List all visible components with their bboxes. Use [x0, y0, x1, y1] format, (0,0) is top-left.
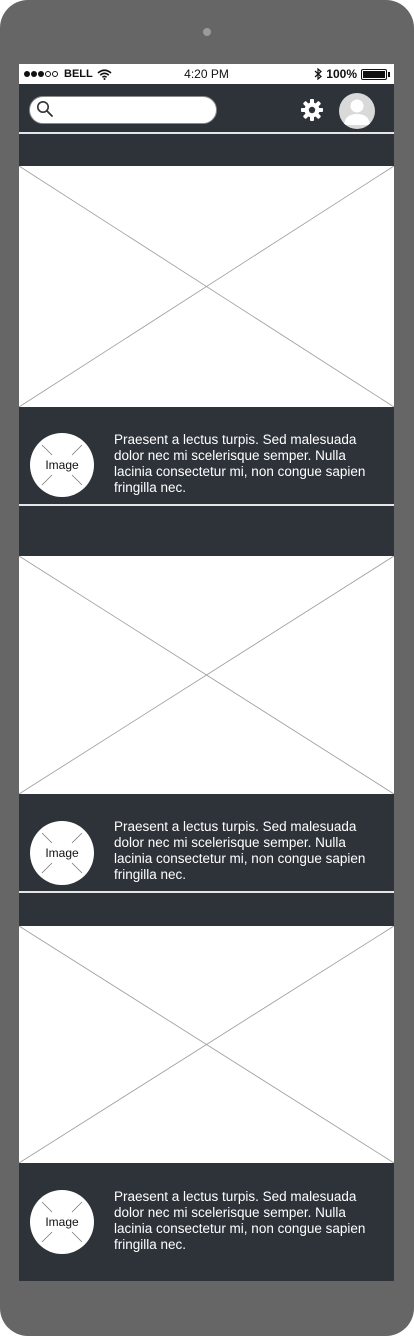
thumbnail-placeholder: Image: [30, 1190, 94, 1254]
phone-frame: BELL 4:20 PM 100% Image Praesent a lectu…: [0, 0, 414, 1336]
search-input[interactable]: [58, 100, 212, 120]
card-text: Praesent a lectus turpis. Sed malesuada …: [114, 1189, 366, 1252]
thumbnail-placeholder: Image: [30, 433, 94, 497]
card-text: Praesent a lectus turpis. Sed malesuada …: [114, 432, 366, 495]
image-placeholder: [19, 926, 394, 1163]
camera-dot: [203, 28, 211, 36]
search-bar[interactable]: [29, 96, 217, 124]
user-avatar-icon[interactable]: [339, 93, 375, 129]
thumbnail-label: Image: [45, 846, 79, 860]
card-divider: [19, 504, 394, 506]
battery-percentage: 100%: [326, 67, 357, 81]
search-icon: [37, 101, 53, 117]
image-placeholder: [19, 556, 394, 794]
card-text: Praesent a lectus turpis. Sed malesuada …: [114, 819, 366, 882]
header-divider: [19, 132, 394, 134]
image-placeholder: [19, 166, 394, 407]
app-header: [19, 84, 394, 132]
bluetooth-icon: [314, 68, 323, 80]
gear-icon[interactable]: [300, 98, 324, 122]
thumbnail-label: Image: [45, 1215, 79, 1229]
thumbnail-placeholder: Image: [30, 821, 94, 885]
thumbnail-label: Image: [45, 458, 79, 472]
battery-icon: [361, 68, 387, 80]
phone-screen: BELL 4:20 PM 100% Image Praesent a lectu…: [19, 64, 394, 1281]
status-bar: BELL 4:20 PM 100%: [19, 64, 394, 84]
card-divider: [19, 891, 394, 893]
